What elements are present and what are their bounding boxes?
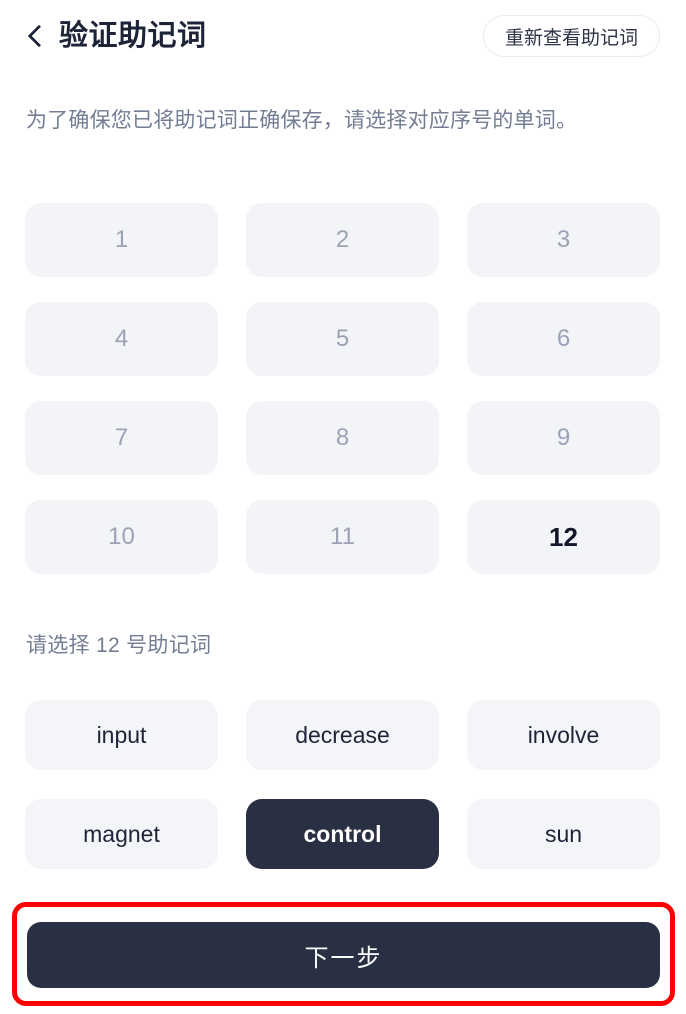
index-tile-4[interactable]: 4 [25,302,218,376]
index-tile-10[interactable]: 10 [25,500,218,574]
header-bar: 验证助记词 重新查看助记词 [0,0,686,72]
index-tile-8[interactable]: 8 [246,401,439,475]
chevron-left-icon[interactable] [26,21,46,51]
index-tile-7[interactable]: 7 [25,401,218,475]
index-tile-9[interactable]: 9 [467,401,660,475]
index-tile-3[interactable]: 3 [467,203,660,277]
index-tile-5[interactable]: 5 [246,302,439,376]
word-option-magnet[interactable]: magnet [25,799,218,869]
index-tile-12[interactable]: 12 [467,500,660,574]
page-title: 验证助记词 [59,19,207,52]
back-navigation[interactable]: 验证助记词 [26,21,483,51]
instruction-text: 为了确保您已将助记词正确保存，请选择对应序号的单词。 [26,109,578,132]
word-option-involve[interactable]: involve [467,700,660,770]
index-tile-11[interactable]: 11 [246,500,439,574]
review-mnemonic-button[interactable]: 重新查看助记词 [482,15,660,57]
word-option-decrease[interactable]: decrease [246,700,439,770]
index-tile-6[interactable]: 6 [467,302,660,376]
word-choice-grid: input decrease involve magnet control su… [25,700,661,869]
word-option-sun[interactable]: sun [467,799,660,869]
word-option-input[interactable]: input [25,700,218,770]
select-word-prompt: 请选择 12 号助记词 [26,634,212,657]
mnemonic-index-grid: 1 2 3 4 5 6 7 8 9 10 11 12 [25,203,661,574]
word-option-control[interactable]: control [246,799,439,869]
index-tile-1[interactable]: 1 [25,203,218,277]
next-step-button[interactable]: 下一步 [27,922,660,988]
index-tile-2[interactable]: 2 [246,203,439,277]
verify-mnemonic-screen: 验证助记词 重新查看助记词 为了确保您已将助记词正确保存，请选择对应序号的单词。… [0,0,686,1014]
